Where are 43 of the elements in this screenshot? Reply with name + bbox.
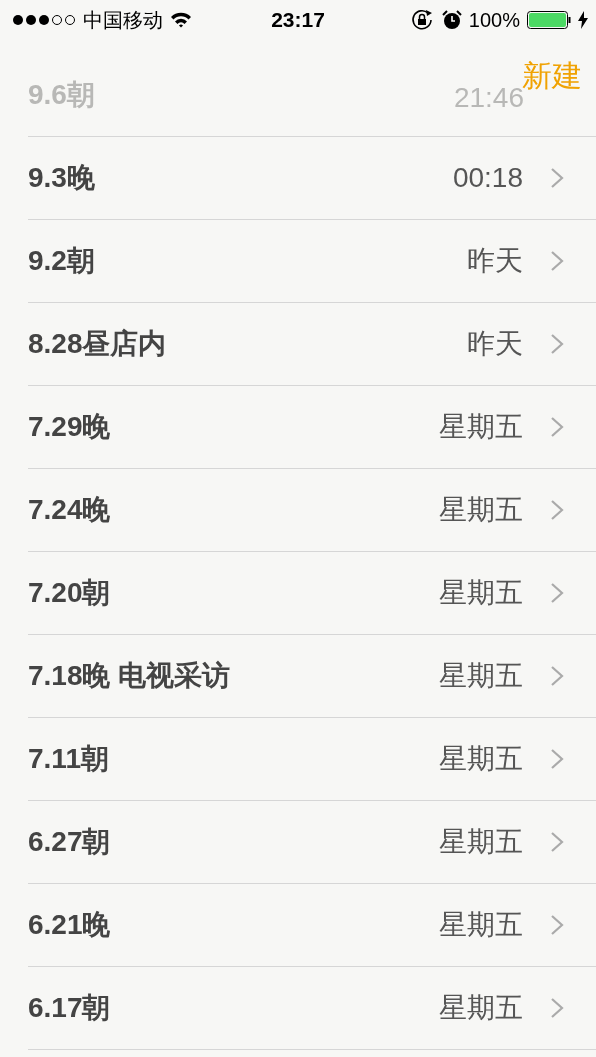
note-time: 星期五 — [439, 576, 523, 610]
note-time: 星期五 — [439, 493, 523, 527]
signal-icon — [12, 13, 76, 27]
note-title[interactable]: 9.2朝 — [28, 242, 467, 280]
wifi-icon — [170, 12, 192, 28]
note-time: 星期五 — [439, 991, 523, 1025]
battery-percent: 100% — [468, 8, 520, 32]
note-title[interactable]: 8.28昼店内 — [28, 325, 467, 363]
chevron-icon — [550, 997, 564, 1019]
note-title[interactable]: 6.21晚 — [28, 906, 439, 944]
note-title[interactable]: 9.3晚 — [28, 159, 453, 197]
note-title[interactable]: 7.18晚 电视采访 — [28, 657, 439, 695]
note-title[interactable]: 7.24晚 — [28, 491, 439, 529]
note-time: 昨天 — [467, 327, 523, 361]
note-time: 星期五 — [439, 742, 523, 776]
chevron-icon — [550, 499, 564, 521]
rotation-lock-icon — [410, 9, 435, 31]
note-time: 星期五 — [439, 659, 523, 693]
note-time: 星期五 — [439, 908, 523, 942]
chevron-icon — [550, 748, 564, 770]
clock-time: 23:17 — [271, 8, 325, 32]
note-title[interactable]: 6.27朝 — [28, 823, 439, 861]
chevron-icon — [550, 333, 564, 355]
chevron-icon — [550, 416, 564, 438]
charging-icon — [578, 11, 588, 29]
chevron-icon — [550, 665, 564, 687]
note-time: 00:18 — [452, 162, 523, 194]
carrier-name: 中国移动 — [83, 7, 163, 33]
chevron-icon — [550, 914, 564, 936]
alarm-icon — [441, 10, 462, 30]
note-title[interactable]: 7.29晚 — [28, 408, 439, 446]
note-time: 昨天 — [467, 244, 523, 278]
note-title[interactable]: 6.17朝 — [28, 989, 439, 1027]
battery-icon — [527, 11, 571, 29]
chevron-icon — [550, 250, 564, 272]
note-time: 星期五 — [439, 825, 523, 859]
note-time: 星期五 — [439, 410, 523, 444]
note-title[interactable]: 7.11朝 — [28, 740, 439, 778]
note-title[interactable]: 7.20朝 — [28, 574, 439, 612]
chevron-icon — [550, 582, 564, 604]
chevron-icon — [550, 167, 564, 189]
chevron-icon — [550, 831, 564, 853]
note-time: 21:46 — [453, 82, 524, 114]
